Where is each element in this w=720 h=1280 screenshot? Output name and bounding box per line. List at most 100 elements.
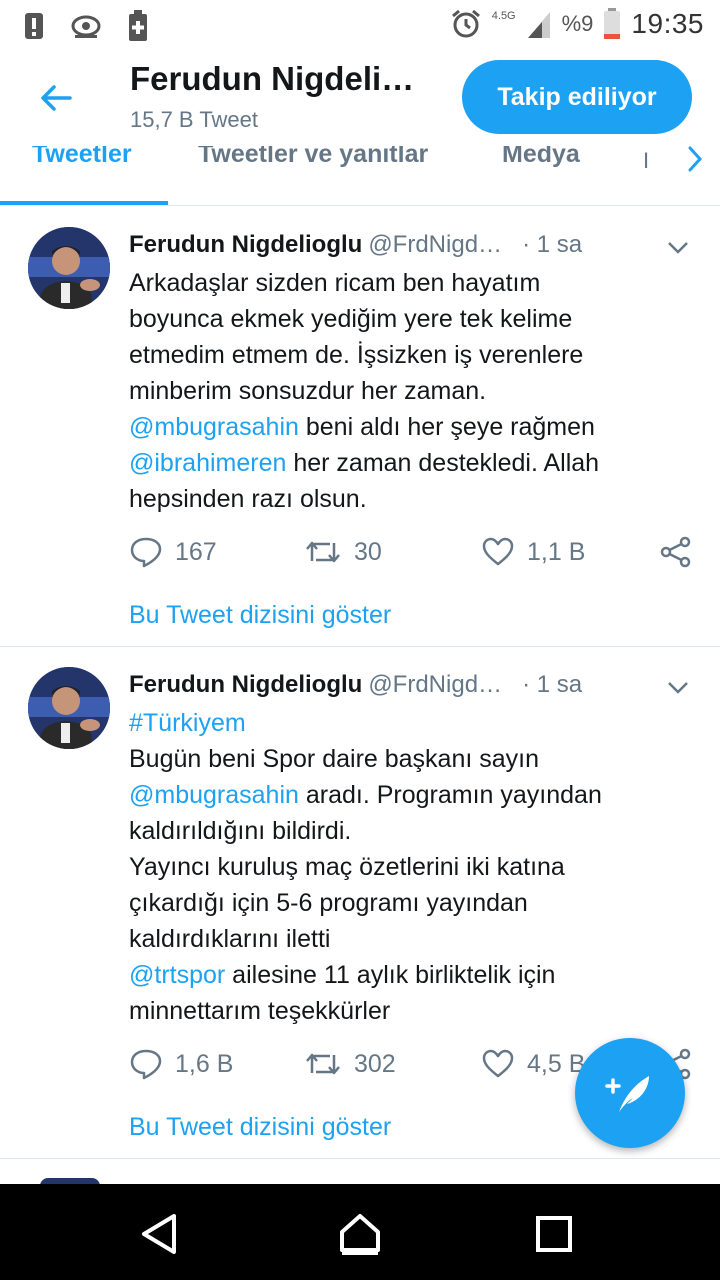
tweet-text-segment: hepsinden razı olsun. xyxy=(129,485,367,513)
like-count: 1,1 B xyxy=(527,537,586,566)
show-thread-link[interactable]: Bu Tweet dizisini göster xyxy=(129,601,391,630)
status-bar: 4.5G %9 19:35 xyxy=(0,0,720,50)
tabs-scroll-right[interactable] xyxy=(672,146,720,202)
tweet-text-segment: beni aldı her şeye rağmen xyxy=(298,413,595,441)
recents-square-icon[interactable] xyxy=(532,1212,576,1256)
reply-icon xyxy=(130,537,162,568)
tweet-text-segment: boyunca ekmek yediğim yere tek kelime xyxy=(129,305,573,333)
tweet-text-segment: her zaman destekledi. Allah xyxy=(286,449,600,477)
author-name[interactable]: Ferudun Nigdelioglu xyxy=(129,671,362,698)
back-arrow-icon[interactable] xyxy=(36,78,76,118)
author-name[interactable]: Ferudun Nigdelioglu xyxy=(129,231,362,258)
retweet-count: 30 xyxy=(354,537,382,566)
sync-icon xyxy=(71,15,101,38)
tweet-text-segment: aradı. Programın yayından xyxy=(298,781,602,809)
tweet-line: çıkardığı için 5-6 programı yayından xyxy=(129,885,689,921)
avatar[interactable] xyxy=(28,227,110,309)
tweet-line: @ibrahimeren her zaman destekledi. Allah xyxy=(129,445,689,481)
tweet-text-segment: ailesine 11 aylık birliktelik için xyxy=(225,961,556,989)
tweet-time: · 1 sa xyxy=(522,231,583,258)
tweet-header: Ferudun Nigdelioglu @FrdNigd… · 1 sa xyxy=(129,671,582,699)
mention-link[interactable]: @mbugrasahin xyxy=(129,413,299,441)
tweet-line: @mbugrasahin aradı. Programın yayından xyxy=(129,777,689,813)
reply-button[interactable]: 1,6 B xyxy=(129,1047,233,1081)
retweet-icon xyxy=(306,1053,340,1075)
avatar-portrait-icon xyxy=(28,227,110,309)
author-handle: @FrdNigd… xyxy=(368,671,503,698)
tweet-line: boyunca ekmek yediğim yere tek kelime xyxy=(129,301,689,337)
tweet-line: kaldırdıklarını iletti xyxy=(129,921,689,957)
tweet-text: #Türkiyem Bugün beni Spor daire başkanı s… xyxy=(129,705,689,1029)
following-button[interactable]: Takip ediliyor xyxy=(462,60,692,134)
tweet-line: minberim sonsuzdur her zaman. xyxy=(129,373,689,409)
share-button[interactable] xyxy=(659,535,693,569)
like-count: 4,5 B xyxy=(527,1049,586,1078)
tweet-card[interactable]: Ferudun Nigdelioglu @FrdNigd… · 1 sa Arka… xyxy=(0,207,720,647)
tweet-line: hepsinden razı olsun. xyxy=(129,481,689,517)
tab-tweets[interactable]: Tweetler xyxy=(32,146,132,169)
alert-icon xyxy=(25,13,43,39)
tweet-count: 15,7 B Tweet xyxy=(130,107,259,132)
system-nav-bar xyxy=(0,1184,720,1280)
mention-link[interactable]: @ibrahimeren xyxy=(129,449,286,477)
share-icon xyxy=(660,536,691,568)
tweet-line: kaldırıldığını bildirdi. xyxy=(129,813,689,849)
tweet-text-segment: kaldırdıklarını iletti xyxy=(129,925,331,953)
battery-percent: %9 xyxy=(561,11,594,36)
alarm-icon xyxy=(451,9,480,38)
chevron-down-icon[interactable] xyxy=(666,675,690,699)
active-tab-indicator xyxy=(0,201,168,205)
heart-icon xyxy=(482,1049,514,1078)
author-handle: @FrdNigd… xyxy=(368,231,503,258)
tweet-text-segment: etmedim etmem de. İşsizken iş verenlere xyxy=(129,341,584,369)
avatar-portrait-icon xyxy=(28,667,110,749)
signal-icon xyxy=(527,12,550,38)
clock: 19:35 xyxy=(631,8,704,39)
chevron-right-icon xyxy=(688,146,703,172)
back-triangle-icon[interactable] xyxy=(138,1212,182,1256)
retweet-button[interactable]: 302 xyxy=(304,1047,396,1081)
tweet-text-segment: çıkardığı için 5-6 programı yayından xyxy=(129,889,528,917)
profile-header: Ferudun Nigdeli… 15,7 B Tweet Takip edil… xyxy=(0,50,720,146)
tweet-text-segment: Bugün beni Spor daire başkanı sayın xyxy=(129,745,539,773)
tab-tweets-and-replies[interactable]: Tweetler ve yanıtlar xyxy=(198,146,428,169)
tab-likes-partial[interactable]: I xyxy=(643,148,649,174)
tab-media[interactable]: Medya xyxy=(502,146,580,169)
profile-name-title: Ferudun Nigdeli… xyxy=(130,60,415,97)
reply-button[interactable]: 167 xyxy=(129,535,217,569)
reply-count: 1,6 B xyxy=(175,1049,234,1078)
tweet-line: minnettarım teşekkürler xyxy=(129,993,689,1029)
profile-tabs: Tweetler Tweetler ve yanıtlar Medya I xyxy=(0,146,720,206)
tweet-line: #Türkiyem xyxy=(129,705,689,741)
network-type: 4.5G xyxy=(491,10,516,22)
heart-icon xyxy=(482,537,514,566)
tweet-time: · 1 sa xyxy=(522,671,583,698)
tweet-text-segment: minberim sonsuzdur her zaman. xyxy=(129,377,487,405)
compose-tweet-button[interactable] xyxy=(575,1038,685,1148)
avatar[interactable] xyxy=(28,667,110,749)
reply-icon xyxy=(130,1049,162,1080)
tweet-text: Arkadaşlar sizden ricam ben hayatım boyun… xyxy=(129,265,689,517)
tweet-line: @mbugrasahin beni aldı her şeye rağmen xyxy=(129,409,689,445)
retweet-icon xyxy=(306,541,340,563)
compose-tweet-icon xyxy=(605,1076,649,1112)
tweet-text-segment: minnettarım teşekkürler xyxy=(129,997,391,1025)
home-icon[interactable] xyxy=(338,1212,382,1256)
tweet-line: Arkadaşlar sizden ricam ben hayatım xyxy=(129,265,689,301)
tweet-line: @trtspor ailesine 11 aylık birliktelik i… xyxy=(129,957,689,993)
battery-icon xyxy=(604,8,621,39)
tweet-text-segment: Yayıncı kuruluş maç özetlerini iki katın… xyxy=(129,853,565,881)
tweet-text-segment: Arkadaşlar sizden ricam ben hayatım xyxy=(129,269,541,297)
tweet-line: Yayıncı kuruluş maç özetlerini iki katın… xyxy=(129,849,689,885)
show-thread-link[interactable]: Bu Tweet dizisini göster xyxy=(129,1113,391,1142)
battery-plus-icon xyxy=(129,10,147,41)
retweet-button[interactable]: 30 xyxy=(304,535,382,569)
mention-link[interactable]: @mbugrasahin xyxy=(129,781,299,809)
chevron-down-icon[interactable] xyxy=(666,235,690,259)
mention-link[interactable]: @trtspor xyxy=(129,961,225,989)
like-button[interactable]: 4,5 B xyxy=(481,1047,585,1081)
like-button[interactable]: 1,1 B xyxy=(481,535,585,569)
hashtag-link[interactable]: #Türkiyem xyxy=(129,709,246,737)
tweet-header: Ferudun Nigdelioglu @FrdNigd… · 1 sa xyxy=(129,231,582,259)
tweet-line: etmedim etmem de. İşsizken iş verenlere xyxy=(129,337,689,373)
